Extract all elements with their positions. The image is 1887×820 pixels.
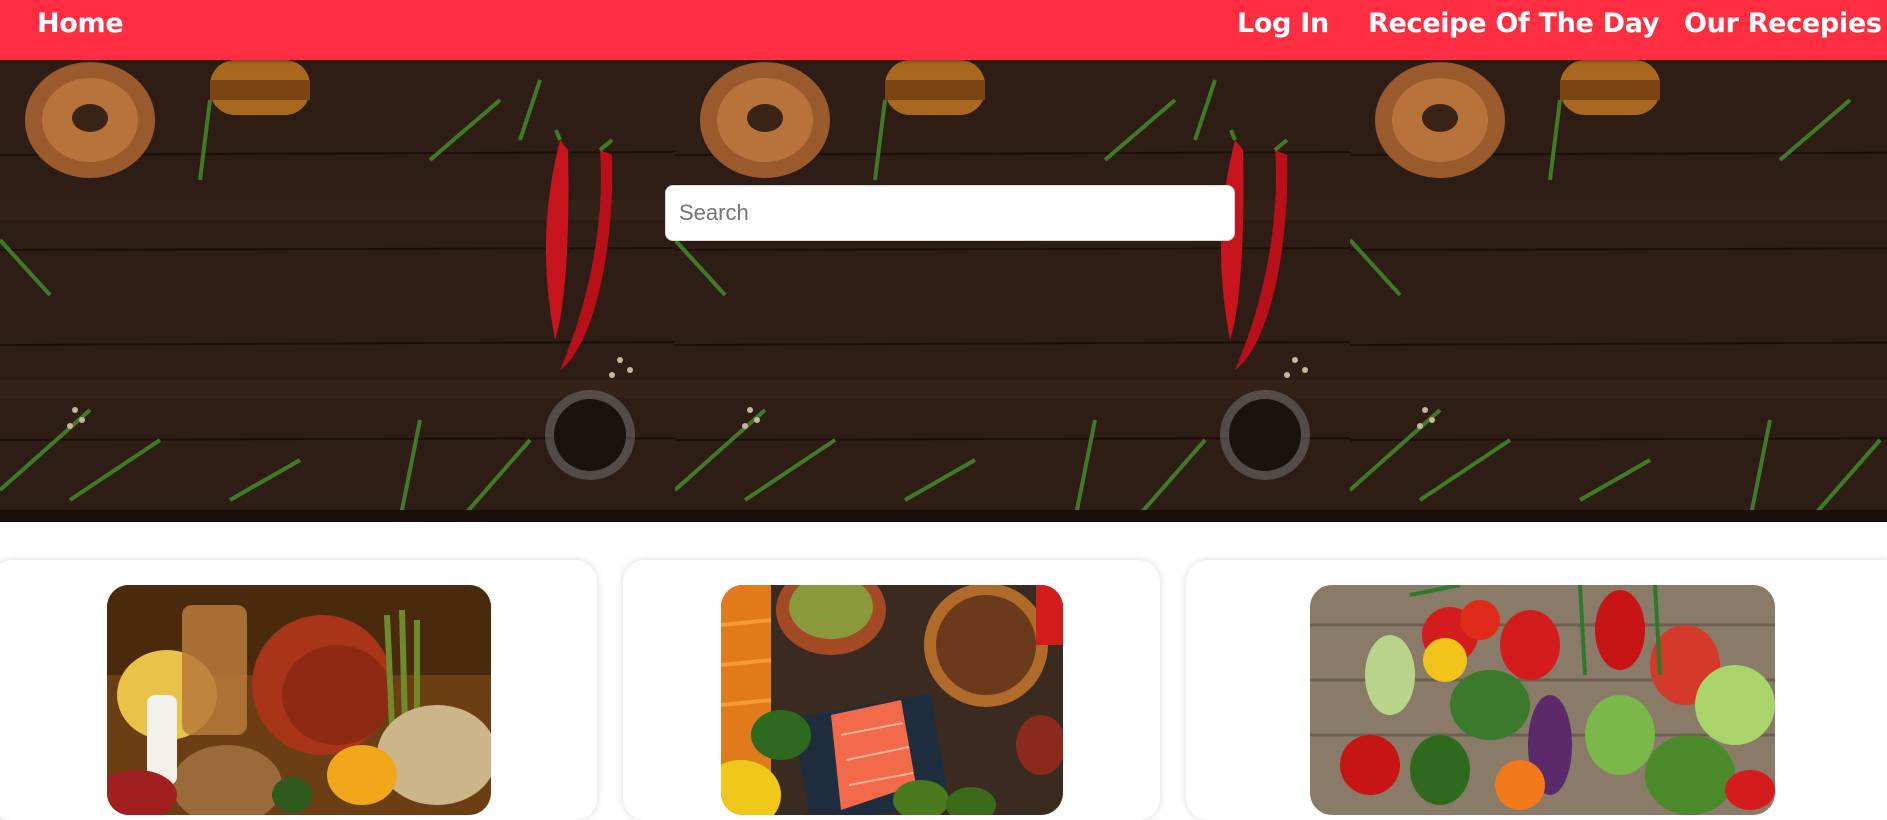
card-image-healthy-foods[interactable] bbox=[721, 585, 1063, 815]
hero-background-tile bbox=[675, 60, 1351, 522]
nav-our-recipes-link[interactable]: Our Recepies bbox=[1684, 8, 1882, 39]
nav-home-link[interactable]: Home bbox=[37, 8, 124, 39]
recipe-card[interactable] bbox=[1186, 560, 1887, 820]
nav-login-link[interactable]: Log In bbox=[1237, 8, 1329, 39]
recipe-card[interactable] bbox=[623, 560, 1160, 820]
nav-recipe-of-the-day-link[interactable]: Receipe Of The Day bbox=[1368, 8, 1659, 39]
hero-banner bbox=[0, 60, 1887, 522]
hero-background-tile bbox=[1350, 60, 1887, 522]
hero-background-tile bbox=[0, 60, 676, 522]
recipe-card[interactable] bbox=[0, 560, 597, 820]
recipe-cards bbox=[0, 560, 1887, 820]
search-input[interactable] bbox=[665, 185, 1235, 241]
top-navbar: Home Log In Receipe Of The Day Our Recep… bbox=[0, 0, 1887, 60]
card-image-assorted-foods[interactable] bbox=[107, 585, 491, 815]
hero-bottom-strip bbox=[0, 510, 1887, 522]
card-image-fresh-vegetables[interactable] bbox=[1310, 585, 1775, 815]
